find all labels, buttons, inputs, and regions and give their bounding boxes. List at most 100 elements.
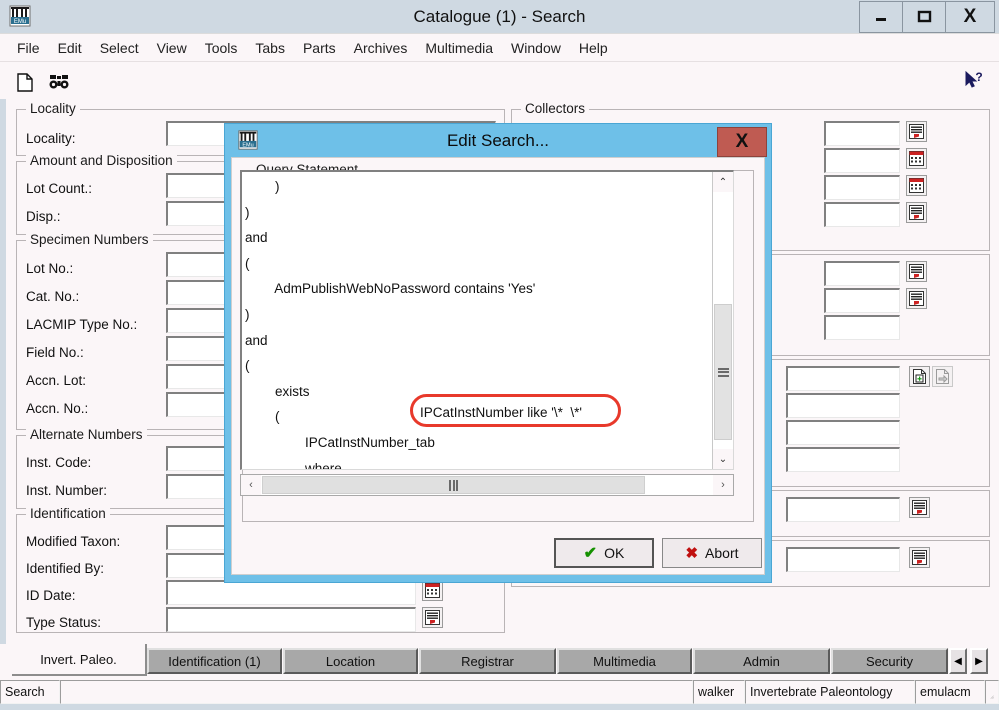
whats-this-help-icon[interactable]: ? — [963, 70, 987, 94]
query-highlighted-condition: IPCatInstNumber like '\* \*' — [420, 405, 582, 420]
binoculars-icon[interactable] — [47, 70, 71, 94]
label-lacmip-type-no: LACMIP Type No.: — [26, 317, 138, 332]
dialog-titlebar: EMu Edit Search... X — [225, 124, 771, 157]
tab-scroll-left-button[interactable]: ◀ — [949, 648, 967, 674]
tab-multimedia[interactable]: Multimedia — [557, 648, 692, 674]
tab-scroll-right-button[interactable]: ▶ — [970, 648, 988, 674]
menu-file[interactable]: File — [8, 37, 49, 59]
query-vertical-scrollbar[interactable]: ⌃ ⌄ — [712, 172, 733, 469]
calendar-icon[interactable] — [422, 580, 443, 601]
input-collectors-3[interactable] — [824, 175, 900, 200]
application-window: EMu Catalogue (1) - Search X File Edit S… — [0, 0, 999, 710]
input-right2-2[interactable] — [824, 288, 900, 313]
lookup-list-icon[interactable] — [422, 607, 443, 628]
tab-identification[interactable]: Identification (1) — [147, 648, 282, 674]
calendar-icon[interactable] — [906, 148, 927, 169]
input-right2-1[interactable] — [824, 261, 900, 286]
label-id-date: ID Date: — [26, 588, 76, 603]
input-collectors-1[interactable] — [824, 121, 900, 146]
scroll-right-arrow-icon[interactable]: › — [713, 475, 733, 495]
label-inst-code: Inst. Code: — [26, 455, 92, 470]
label-cat-no: Cat. No.: — [26, 289, 80, 304]
group-collectors-label: Collectors — [521, 101, 590, 116]
label-lot-count: Lot Count.: — [26, 181, 93, 196]
input-collectors-2[interactable] — [824, 148, 900, 173]
scroll-down-arrow-icon[interactable]: ⌄ — [713, 449, 733, 469]
lookup-list-icon[interactable] — [906, 261, 927, 282]
svg-text:?: ? — [975, 70, 982, 84]
input-right3-2[interactable] — [786, 393, 900, 418]
menu-help[interactable]: Help — [570, 37, 617, 59]
input-right3-1[interactable] — [786, 366, 900, 391]
label-type-status: Type Status: — [26, 615, 102, 630]
group-specimen-numbers-label: Specimen Numbers — [26, 232, 153, 247]
group-alternate-numbers-label: Alternate Numbers — [26, 427, 147, 442]
label-locality: Locality: — [26, 131, 76, 146]
menu-multimedia[interactable]: Multimedia — [416, 37, 502, 59]
vertical-scroll-thumb[interactable] — [714, 304, 732, 440]
scroll-up-arrow-icon[interactable]: ⌃ — [713, 172, 733, 192]
scroll-left-arrow-icon[interactable]: ‹ — [241, 475, 261, 495]
input-id-date[interactable] — [166, 580, 416, 605]
maximize-button[interactable] — [902, 1, 946, 33]
input-right5-1[interactable] — [786, 547, 900, 572]
query-statement-textarea[interactable]: ) ) and ( AdmPublishWebNoPassword contai… — [240, 170, 734, 470]
menu-window[interactable]: Window — [502, 37, 570, 59]
lookup-list-icon[interactable] — [909, 547, 930, 568]
menu-archives[interactable]: Archives — [345, 37, 417, 59]
label-accn-no: Accn. No.: — [26, 401, 89, 416]
status-user: walker — [693, 680, 745, 704]
input-right3-3[interactable] — [786, 420, 900, 445]
query-horizontal-scrollbar[interactable]: ‹ › — [240, 474, 734, 496]
edit-search-dialog: EMu Edit Search... X Query Statement ) )… — [225, 124, 771, 582]
lookup-list-icon[interactable] — [906, 288, 927, 309]
label-modified-taxon: Modified Taxon: — [26, 534, 121, 549]
menu-select[interactable]: Select — [91, 37, 148, 59]
tab-security[interactable]: Security — [831, 648, 948, 674]
group-identification-label: Identification — [26, 506, 110, 521]
horizontal-scroll-thumb[interactable] — [262, 476, 645, 494]
input-right2-3[interactable] — [824, 315, 900, 340]
page-icon[interactable] — [13, 70, 37, 94]
toolbar: ? — [0, 61, 999, 101]
menu-edit[interactable]: Edit — [49, 37, 91, 59]
ok-button[interactable]: ✔ OK — [554, 538, 654, 568]
label-field-no: Field No.: — [26, 345, 84, 360]
group-locality-label: Locality — [26, 101, 80, 116]
abort-button-label: Abort — [705, 545, 739, 561]
attach-goto-icon[interactable] — [932, 366, 953, 387]
tab-location[interactable]: Location — [283, 648, 418, 674]
attach-add-icon[interactable] — [909, 366, 930, 387]
menu-tools[interactable]: Tools — [196, 37, 247, 59]
lookup-list-icon[interactable] — [906, 121, 927, 142]
menu-parts[interactable]: Parts — [294, 37, 345, 59]
input-type-status[interactable] — [166, 607, 416, 632]
abort-button[interactable]: ✖ Abort — [662, 538, 762, 568]
input-collectors-4[interactable] — [824, 202, 900, 227]
resize-grip-icon[interactable] — [985, 680, 999, 704]
menu-tabs[interactable]: Tabs — [246, 37, 294, 59]
scroll-thumb-grip-icon — [717, 367, 729, 377]
calendar-icon[interactable] — [906, 175, 927, 196]
dialog-body: Query Statement ) ) and ( AdmPublishWebN… — [231, 157, 765, 575]
tab-admin[interactable]: Admin — [693, 648, 830, 674]
lookup-list-icon[interactable] — [909, 497, 930, 518]
input-right3-4[interactable] — [786, 447, 900, 472]
status-mode: Search — [0, 680, 60, 704]
red-x-icon: ✖ — [685, 545, 699, 562]
tab-registrar[interactable]: Registrar — [419, 648, 556, 674]
status-message — [60, 680, 693, 704]
minimize-button[interactable] — [859, 1, 903, 33]
close-button[interactable]: X — [945, 1, 995, 33]
status-department: Invertebrate Paleontology — [745, 680, 915, 704]
label-accn-lot: Accn. Lot: — [26, 373, 87, 388]
statusbar: Search walker Invertebrate Paleontology … — [0, 680, 999, 704]
scroll-thumb-grip-icon — [449, 479, 458, 491]
tab-invert-paleo[interactable]: Invert. Paleo. — [12, 644, 147, 676]
menu-view[interactable]: View — [148, 37, 196, 59]
lookup-list-icon[interactable] — [906, 202, 927, 223]
input-right4-1[interactable] — [786, 497, 900, 522]
tab-strip: Invert. Paleo. Identification (1) Locati… — [0, 644, 999, 680]
ok-button-label: OK — [604, 545, 625, 561]
dialog-close-button[interactable]: X — [717, 127, 767, 157]
